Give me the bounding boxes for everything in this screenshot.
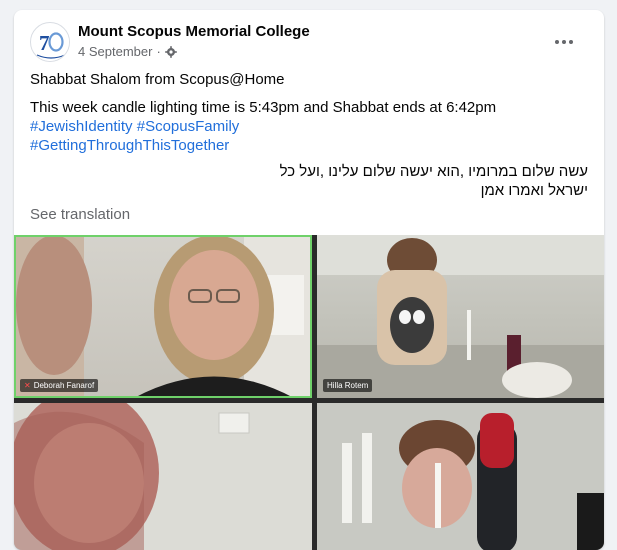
see-translation-link[interactable]: See translation [30, 206, 130, 223]
gear-icon[interactable] [164, 45, 177, 58]
page-name[interactable]: Mount Scopus Memorial College [78, 23, 310, 40]
post-line-greeting: Shabbat Shalom from Scopus@Home [30, 71, 285, 88]
participant-name: Deborah Fanarof [33, 381, 95, 390]
participant-video [317, 403, 604, 550]
participant-name: Hilla Rotem [327, 381, 369, 390]
post-photo-video-call[interactable]: ✕ Deborah Fanarof Hilla Rotem [14, 235, 604, 550]
more-options-icon[interactable] [550, 28, 578, 56]
post-line-times: This week candle lighting time is 5:43pm… [30, 99, 497, 116]
hashtag-link[interactable]: #GettingThroughThisTogether [30, 137, 229, 154]
active-speaker-highlight [14, 235, 312, 398]
post-card: 7 Mount Scopus Memorial College 4 Septem… [14, 10, 604, 550]
hashtags-line-1: #JewishIdentity #ScopusFamily [30, 117, 588, 136]
hashtag-link[interactable]: #JewishIdentity [30, 118, 133, 135]
participant-name-tag: ✕ Deborah Fanarof [20, 379, 99, 392]
participant-video [14, 403, 312, 550]
participant-video [317, 235, 604, 398]
hashtag-link[interactable]: #ScopusFamily [137, 118, 240, 135]
mic-muted-icon: ✕ [24, 381, 31, 390]
post-date[interactable]: 4 September [78, 44, 152, 59]
hebrew-prayer-line-2: ישראל ואמרו אמן [480, 182, 588, 199]
participant-tile: ✕ Deborah Fanarof [14, 235, 312, 398]
post-meta: 4 September · [78, 44, 177, 59]
post-header: 7 Mount Scopus Memorial College 4 Septem… [30, 22, 588, 66]
page-avatar[interactable]: 7 [30, 22, 70, 62]
svg-text:7: 7 [39, 31, 50, 55]
participant-tile [317, 403, 604, 550]
school-logo-70-icon: 7 [32, 24, 69, 61]
hebrew-prayer-line-1: עשה שלום במרומיו ,הוא יעשה שלום עלינו ,ו… [279, 163, 588, 180]
participant-name-tag: Hilla Rotem [323, 379, 373, 392]
meta-separator: · [156, 44, 161, 59]
hashtags-line-2: #GettingThroughThisTogether [30, 136, 588, 155]
participant-tile: Hilla Rotem [317, 235, 604, 398]
post-text: Shabbat Shalom from Scopus@Home This wee… [30, 70, 588, 200]
participant-tile [14, 403, 312, 550]
